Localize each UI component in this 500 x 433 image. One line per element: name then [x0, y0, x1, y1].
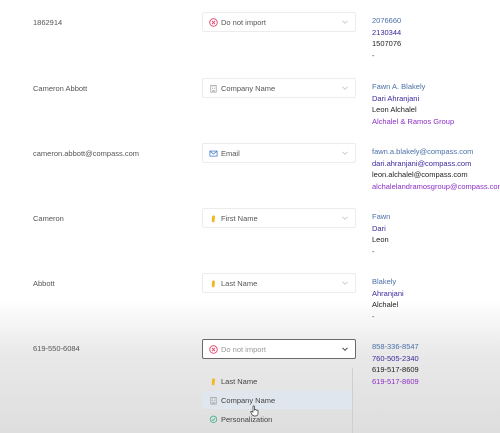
do-not-import-icon — [208, 17, 218, 27]
sample-value: 619-517-8609 — [372, 365, 419, 374]
sample-value: Blakely — [372, 277, 397, 286]
dropdown-option-label: Company Name — [221, 395, 276, 405]
sample-value: 760-505-2340 — [372, 353, 419, 363]
dropdown-option-personalization[interactable]: Personalization — [202, 410, 352, 428]
sample-value: fawn.a.blakely@compass.com — [372, 147, 474, 156]
sample-values: 2076660 2130344 1507076 - — [372, 15, 401, 61]
dropdown-option-company-name[interactable]: Company Name — [202, 391, 352, 409]
sample-value: Alchalel — [372, 300, 399, 309]
source-column-value: Cameron Abbott — [33, 84, 88, 93]
sample-values: fawn.a.blakely@compass.com dari.ahranjan… — [372, 146, 500, 192]
field-mapping-label: Do not import — [221, 344, 267, 354]
dropdown-option-label: Last Name — [221, 376, 258, 386]
sample-value: - — [372, 311, 375, 321]
sample-value: leon.alchalel@compass.com — [372, 170, 468, 179]
sample-value: 858-336-8547 — [372, 342, 419, 351]
field-mapping-select[interactable]: Last Name — [202, 273, 356, 293]
do-not-import-icon — [208, 344, 218, 354]
sample-value: Dari — [372, 223, 386, 233]
sample-values: Blakely Ahranjani Alchalel - — [372, 276, 404, 322]
sample-value: 1507076 — [372, 39, 402, 48]
person-icon — [208, 376, 218, 386]
field-mapping-select[interactable]: First Name — [202, 208, 356, 228]
field-mapping-label: Company Name — [221, 83, 276, 93]
chevron-down-icon — [342, 86, 348, 90]
sample-value: Fawn — [372, 212, 391, 221]
sample-value: 619-517-8609 — [372, 376, 419, 386]
dropdown-scrollbar[interactable] — [352, 368, 353, 433]
chevron-down-icon — [342, 281, 348, 285]
chevron-down-icon — [342, 20, 348, 24]
sample-value: Fawn A. Blakely — [372, 82, 426, 91]
source-column-value: 1862914 — [33, 18, 63, 27]
sample-value: Ahranjani — [372, 288, 404, 298]
source-column-value: Abbott — [33, 279, 55, 288]
sample-value: Leon — [372, 235, 389, 244]
envelope-icon — [208, 148, 218, 158]
sample-value: Alchalel & Ramos Group — [372, 116, 455, 126]
sample-value: Dari Ahranjani — [372, 93, 420, 103]
chevron-down-icon — [342, 216, 348, 220]
dropdown-option-label: Personalization — [221, 414, 273, 424]
sample-value: - — [372, 246, 375, 256]
field-mapping-label: Last Name — [221, 278, 258, 288]
building-icon — [208, 83, 218, 93]
field-mapping-select[interactable]: Do not import — [202, 12, 356, 32]
person-icon — [208, 278, 218, 288]
person-icon — [208, 213, 218, 223]
source-column-value: 619-550-6084 — [33, 344, 80, 353]
sample-value: 2130344 — [372, 27, 402, 37]
sample-value: dari.ahranjani@compass.com — [372, 158, 472, 168]
sample-values: Fawn Dari Leon - — [372, 211, 390, 257]
building-icon — [208, 395, 218, 405]
field-mapping-select[interactable]: Do not import — [202, 339, 356, 359]
chevron-down-icon — [342, 151, 348, 155]
sample-value: - — [372, 50, 375, 60]
field-mapping-select[interactable]: Email — [202, 143, 356, 163]
field-mapping-label: First Name — [221, 213, 258, 223]
source-column-value: Cameron — [33, 214, 64, 223]
field-mapping-label: Do not import — [221, 17, 267, 27]
dropdown-option-last-name[interactable]: Last Name — [202, 372, 352, 390]
field-options-dropdown: Last Name Company Name Personalization — [202, 366, 354, 433]
field-mapping-label: Email — [221, 148, 240, 158]
hand-cursor-icon — [250, 405, 259, 417]
sample-value: 2076660 — [372, 16, 402, 25]
chat-icon — [208, 414, 218, 424]
sample-value: Leon Alchalel — [372, 105, 417, 114]
sample-value: alchalelandramosgroup@compass.com — [372, 181, 500, 191]
field-mapping-select[interactable]: Company Name — [202, 78, 356, 98]
sample-values: 858-336-8547 760-505-2340 619-517-8609 6… — [372, 341, 419, 387]
source-column-value: cameron.abbott@compass.com — [33, 149, 139, 158]
sample-values: Fawn A. Blakely Dari Ahranjani Leon Alch… — [372, 81, 454, 127]
chevron-down-icon — [342, 347, 348, 352]
